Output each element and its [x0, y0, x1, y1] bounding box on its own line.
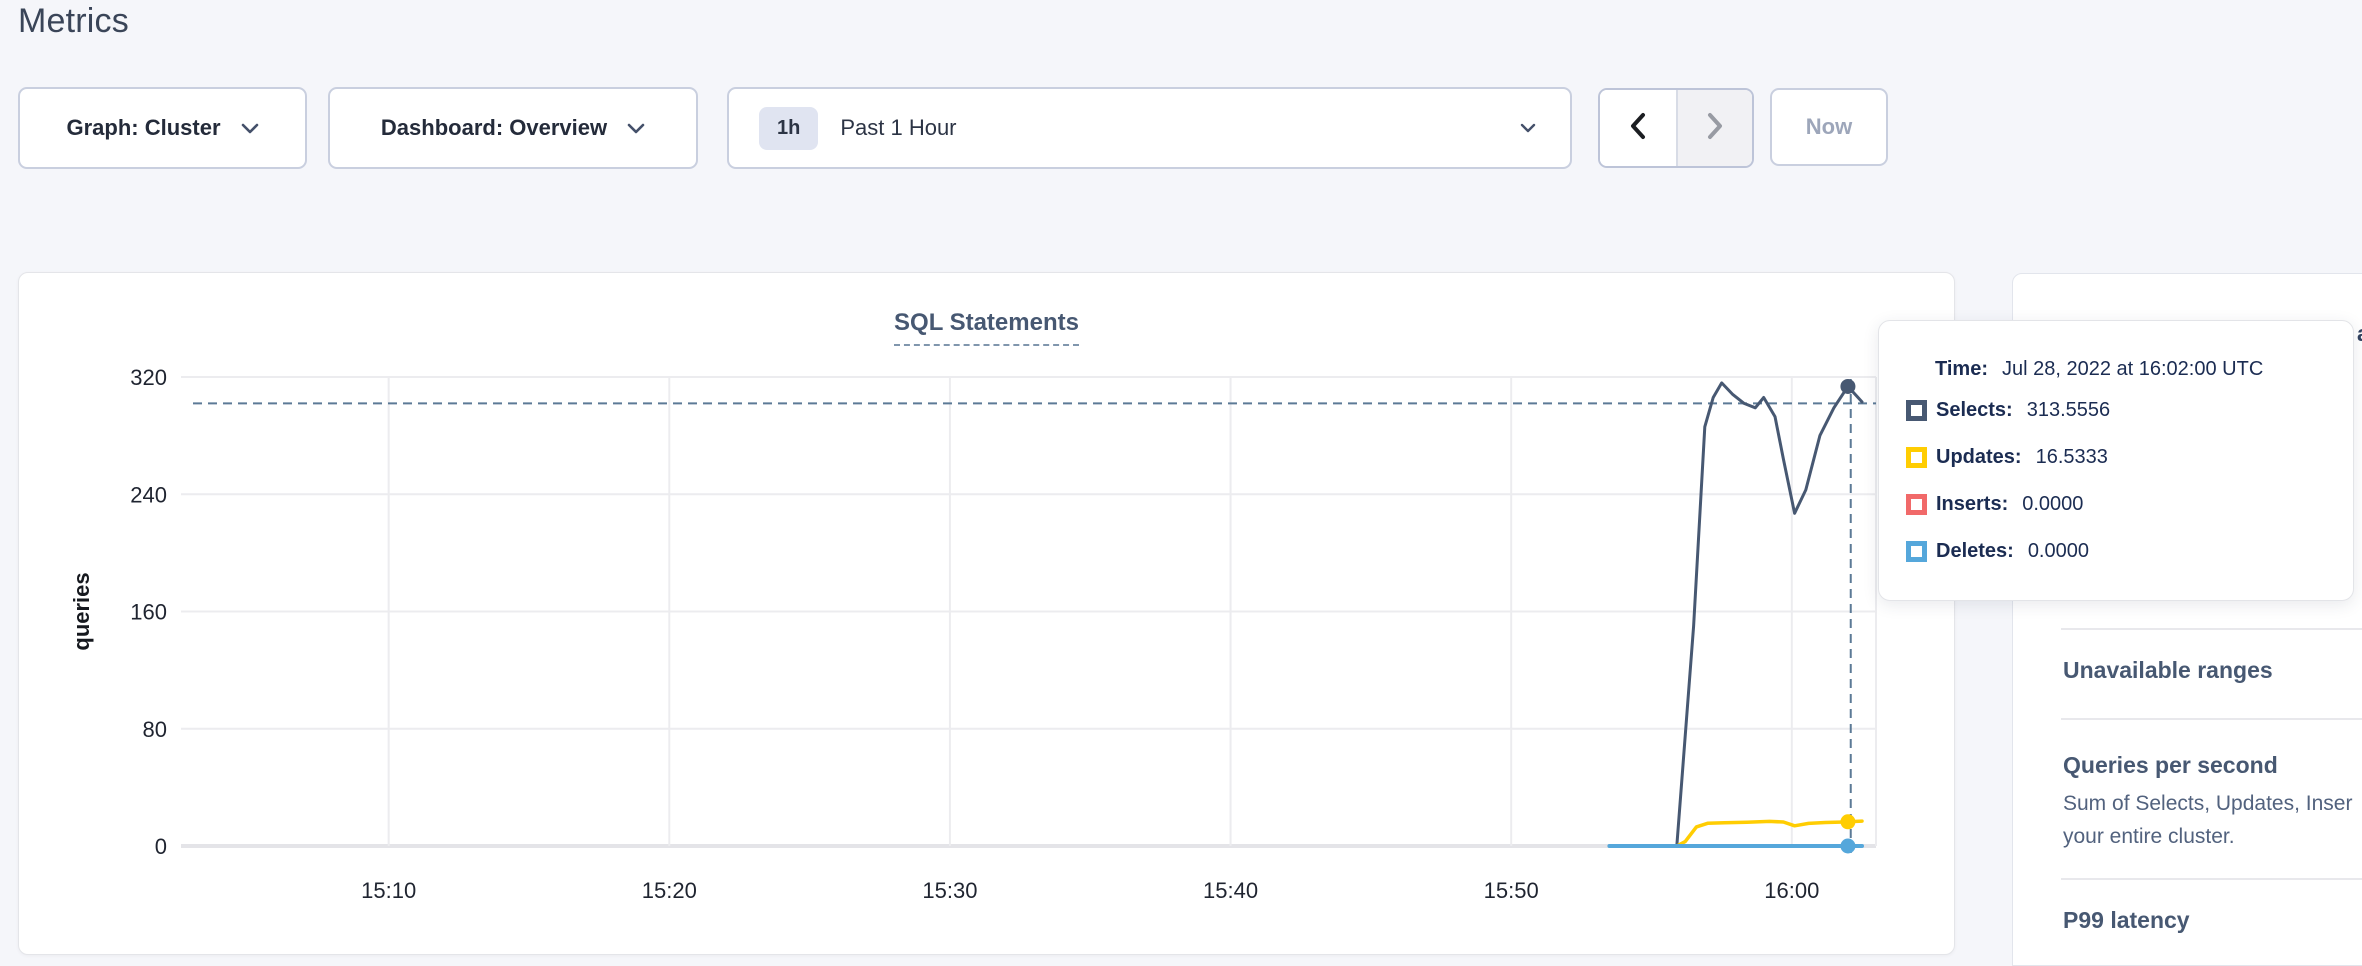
deletes-series-swatch-icon [1906, 541, 1927, 562]
tooltip-series-label: Updates: [1936, 446, 2022, 469]
svg-text:15:30: 15:30 [922, 878, 977, 903]
sidebar-item-unavailable-ranges: Unavailable ranges [2063, 657, 2273, 684]
divider [2061, 628, 2362, 630]
chart-hover-tooltip: Time: Jul 28, 2022 at 16:02:00 UTC Selec… [1878, 320, 2354, 601]
tooltip-series-row: Deletes: 0.0000 [1879, 528, 2353, 575]
metrics-page: Metrics Graph: Cluster Dashboard: Overvi… [0, 0, 2362, 966]
svg-text:15:50: 15:50 [1484, 878, 1539, 903]
sql-statements-chart[interactable]: 0 80 160 240 320 15:10 15:20 15:30 15:40 15:50 16:… [19, 273, 1956, 956]
svg-text:80: 80 [143, 717, 167, 742]
sidebar-item-p99-latency: P99 latency [2063, 907, 2190, 934]
divider [2061, 878, 2362, 880]
tooltip-series-row: Inserts: 0.0000 [1879, 481, 2353, 528]
sidebar-item-description-line: Sum of Selects, Updates, Inser [2063, 792, 2352, 816]
tooltip-time-value: Jul 28, 2022 at 16:02:00 UTC [2002, 358, 2263, 381]
time-range-label: Past 1 Hour [840, 115, 956, 141]
sidebar-item-queries-per-second: Queries per second [2063, 752, 2278, 779]
selects-series-swatch-icon [1906, 400, 1927, 421]
svg-text:15:10: 15:10 [361, 878, 416, 903]
svg-text:320: 320 [130, 365, 167, 390]
dashboard-dropdown[interactable]: Dashboard: Overview [328, 87, 698, 169]
tooltip-series-label: Inserts: [1936, 493, 2008, 516]
graph-scope-dropdown[interactable]: Graph: Cluster [18, 87, 307, 169]
sql-statements-panel: SQL Statements 08016024032015:1015:2015:… [18, 272, 1955, 955]
tooltip-series-value: 0.0000 [2028, 540, 2089, 563]
dashboard-label: Dashboard: Overview [381, 115, 607, 141]
svg-text:15:40: 15:40 [1203, 878, 1258, 903]
svg-text:16:00: 16:00 [1764, 878, 1819, 903]
tooltip-series-row: Selects: 313.5556 [1879, 387, 2353, 434]
graph-scope-label: Graph: Cluster [66, 115, 220, 141]
page-title: Metrics [18, 2, 129, 41]
svg-text:queries: queries [69, 572, 94, 650]
tooltip-series-value: 313.5556 [2027, 399, 2110, 422]
next-time-window-button[interactable] [1676, 90, 1752, 166]
tooltip-series-value: 0.0000 [2022, 493, 2083, 516]
tooltip-series-label: Deletes: [1936, 540, 2014, 563]
time-step-button-group [1598, 88, 1754, 168]
sidebar-item-description-line: your entire cluster. [2063, 825, 2235, 849]
time-range-badge: 1h [759, 107, 818, 150]
tooltip-series-label: Selects: [1936, 399, 2013, 422]
tooltip-series-value: 16.5333 [2036, 446, 2108, 469]
inserts-series-swatch-icon [1906, 494, 1927, 515]
divider [2061, 718, 2362, 720]
tooltip-time-label: Time: [1935, 358, 1988, 381]
now-button-label: Now [1806, 114, 1852, 140]
updates-series-swatch-icon [1906, 447, 1927, 468]
chevron-right-icon [1705, 111, 1725, 146]
chevron-left-icon [1628, 111, 1648, 146]
previous-time-window-button[interactable] [1600, 90, 1676, 166]
time-range-dropdown[interactable]: 1h Past 1 Hour [727, 87, 1572, 169]
tooltip-time-row: Time: Jul 28, 2022 at 16:02:00 UTC [1879, 351, 2353, 387]
svg-text:160: 160 [130, 600, 167, 625]
chevron-down-icon [241, 123, 259, 134]
svg-text:240: 240 [130, 482, 167, 507]
tooltip-series-row: Updates: 16.5333 [1879, 434, 2353, 481]
now-button[interactable]: Now [1770, 88, 1888, 166]
chevron-down-icon [1520, 123, 1536, 133]
clipped-sidebar-text: a [2357, 321, 2362, 347]
svg-text:15:20: 15:20 [642, 878, 697, 903]
chevron-down-icon [627, 123, 645, 134]
svg-text:0: 0 [155, 834, 167, 859]
